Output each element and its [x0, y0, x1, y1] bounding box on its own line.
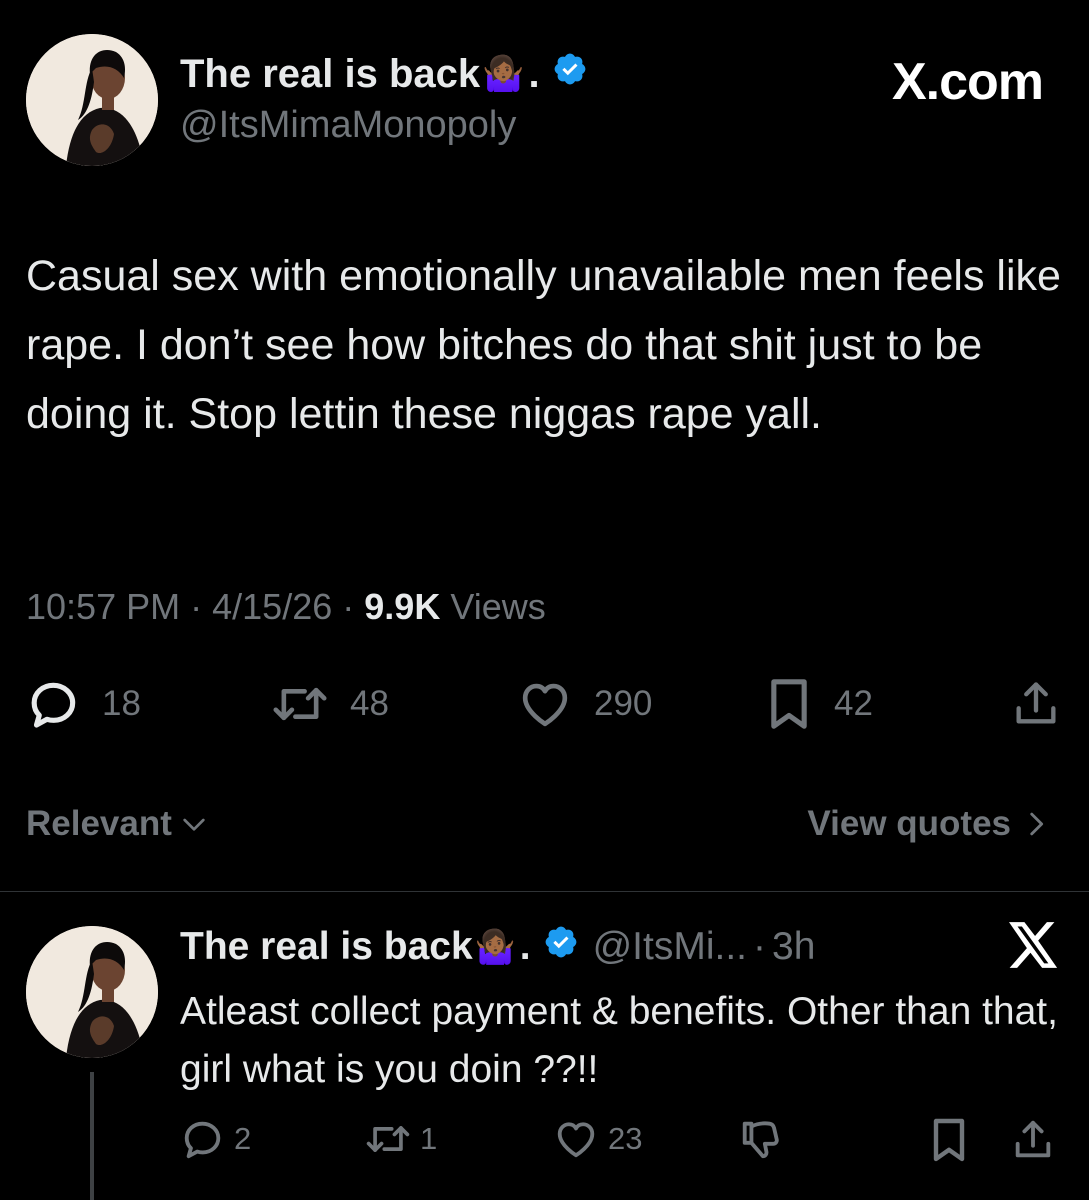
reply-text: Atleast collect payment & benefits. Othe… — [180, 990, 1058, 1091]
relevant-sort-button[interactable]: Relevant — [26, 804, 210, 844]
reply-count: 18 — [102, 684, 141, 723]
author-handle[interactable]: @ItsMimaMonopoly — [180, 104, 516, 147]
like-icon — [522, 683, 568, 727]
tweet-meta: 10:57 PM · 4/15/26 · 9.9K Views — [26, 586, 546, 628]
bookmark-button[interactable]: 42 — [764, 676, 873, 732]
reply-handle[interactable]: @ItsMi... — [593, 925, 747, 969]
views-label[interactable]: Views — [450, 586, 545, 627]
reply-reply-button[interactable]: 2 — [180, 1116, 251, 1162]
reply-bookmark-button[interactable] — [928, 1116, 970, 1164]
downvote-icon — [742, 1121, 779, 1159]
tweet-date[interactable]: 4/15/26 — [212, 586, 332, 627]
chevron-down-icon — [183, 818, 205, 831]
display-name[interactable]: The real is back — [180, 52, 480, 97]
like-count: 290 — [594, 684, 653, 723]
brand-label: X.com — [891, 53, 1044, 111]
tweet-detail-page: The real is back 🤷🏾‍♀️ . @ItsMimaMonopol… — [0, 0, 1089, 1200]
repost-count: 48 — [350, 684, 389, 723]
relevant-sort-label: Relevant — [26, 804, 172, 843]
views-count[interactable]: 9.9K — [364, 586, 440, 627]
repost-icon — [366, 1126, 410, 1152]
reply-reply-count: 2 — [234, 1121, 252, 1156]
reply-repost-count: 1 — [420, 1121, 438, 1156]
replies-sort-row: Relevant View quotes — [26, 798, 1053, 850]
reply-button[interactable]: 18 — [26, 676, 141, 732]
reply-icon — [184, 1121, 221, 1159]
verified-badge-icon[interactable] — [543, 924, 579, 970]
share-button[interactable] — [1010, 676, 1062, 732]
avatar[interactable] — [26, 34, 158, 166]
share-icon — [1016, 682, 1056, 724]
repost-button[interactable]: 48 — [270, 676, 389, 732]
like-icon — [557, 1122, 595, 1158]
reply-display-name[interactable]: The real is back — [180, 925, 473, 969]
shrug-emoji-icon: 🤷🏾‍♀️ — [482, 55, 525, 93]
repost-icon — [273, 687, 327, 721]
like-button[interactable]: 290 — [516, 676, 652, 732]
divider — [0, 891, 1089, 892]
reply-share-button[interactable] — [1010, 1116, 1056, 1164]
tweet-time[interactable]: 10:57 PM — [26, 586, 180, 627]
shrug-emoji-icon: 🤷🏾‍♀️ — [474, 927, 516, 965]
reply-downvote-button[interactable] — [738, 1116, 784, 1162]
meta-separator: · — [342, 586, 355, 627]
reply-like-count: 23 — [608, 1121, 643, 1156]
bookmark-icon — [933, 1118, 965, 1162]
meta-separator: · — [190, 586, 203, 627]
name-dot: . — [519, 925, 531, 968]
reply-age[interactable]: 3h — [772, 925, 815, 969]
tweet-actions: 18 48 290 42 — [0, 676, 1089, 738]
bookmark-count: 42 — [834, 684, 873, 723]
view-quotes-link[interactable]: View quotes — [807, 804, 1053, 844]
reply-author-row: The real is back 🤷🏾‍♀️ . @ItsMi... · 3h — [180, 920, 815, 974]
reply-like-button[interactable]: 23 — [552, 1116, 642, 1162]
bookmark-icon — [771, 679, 807, 729]
view-quotes-label: View quotes — [807, 804, 1011, 843]
reply-icon — [31, 682, 76, 728]
tweet-text: Casual sex with emotionally unavailable … — [26, 252, 1061, 438]
x-logo-icon[interactable] — [1009, 922, 1059, 973]
thread-line — [90, 1072, 94, 1200]
reply-separator: · — [753, 925, 767, 968]
share-icon — [1015, 1120, 1051, 1158]
author-name-row: The real is back 🤷🏾‍♀️ . — [180, 48, 588, 100]
reply-repost-button[interactable]: 1 — [364, 1116, 437, 1162]
verified-badge-icon[interactable] — [552, 51, 588, 97]
name-dot: . — [528, 51, 540, 96]
reply-avatar[interactable] — [26, 926, 158, 1058]
chevron-right-icon — [1030, 812, 1044, 836]
